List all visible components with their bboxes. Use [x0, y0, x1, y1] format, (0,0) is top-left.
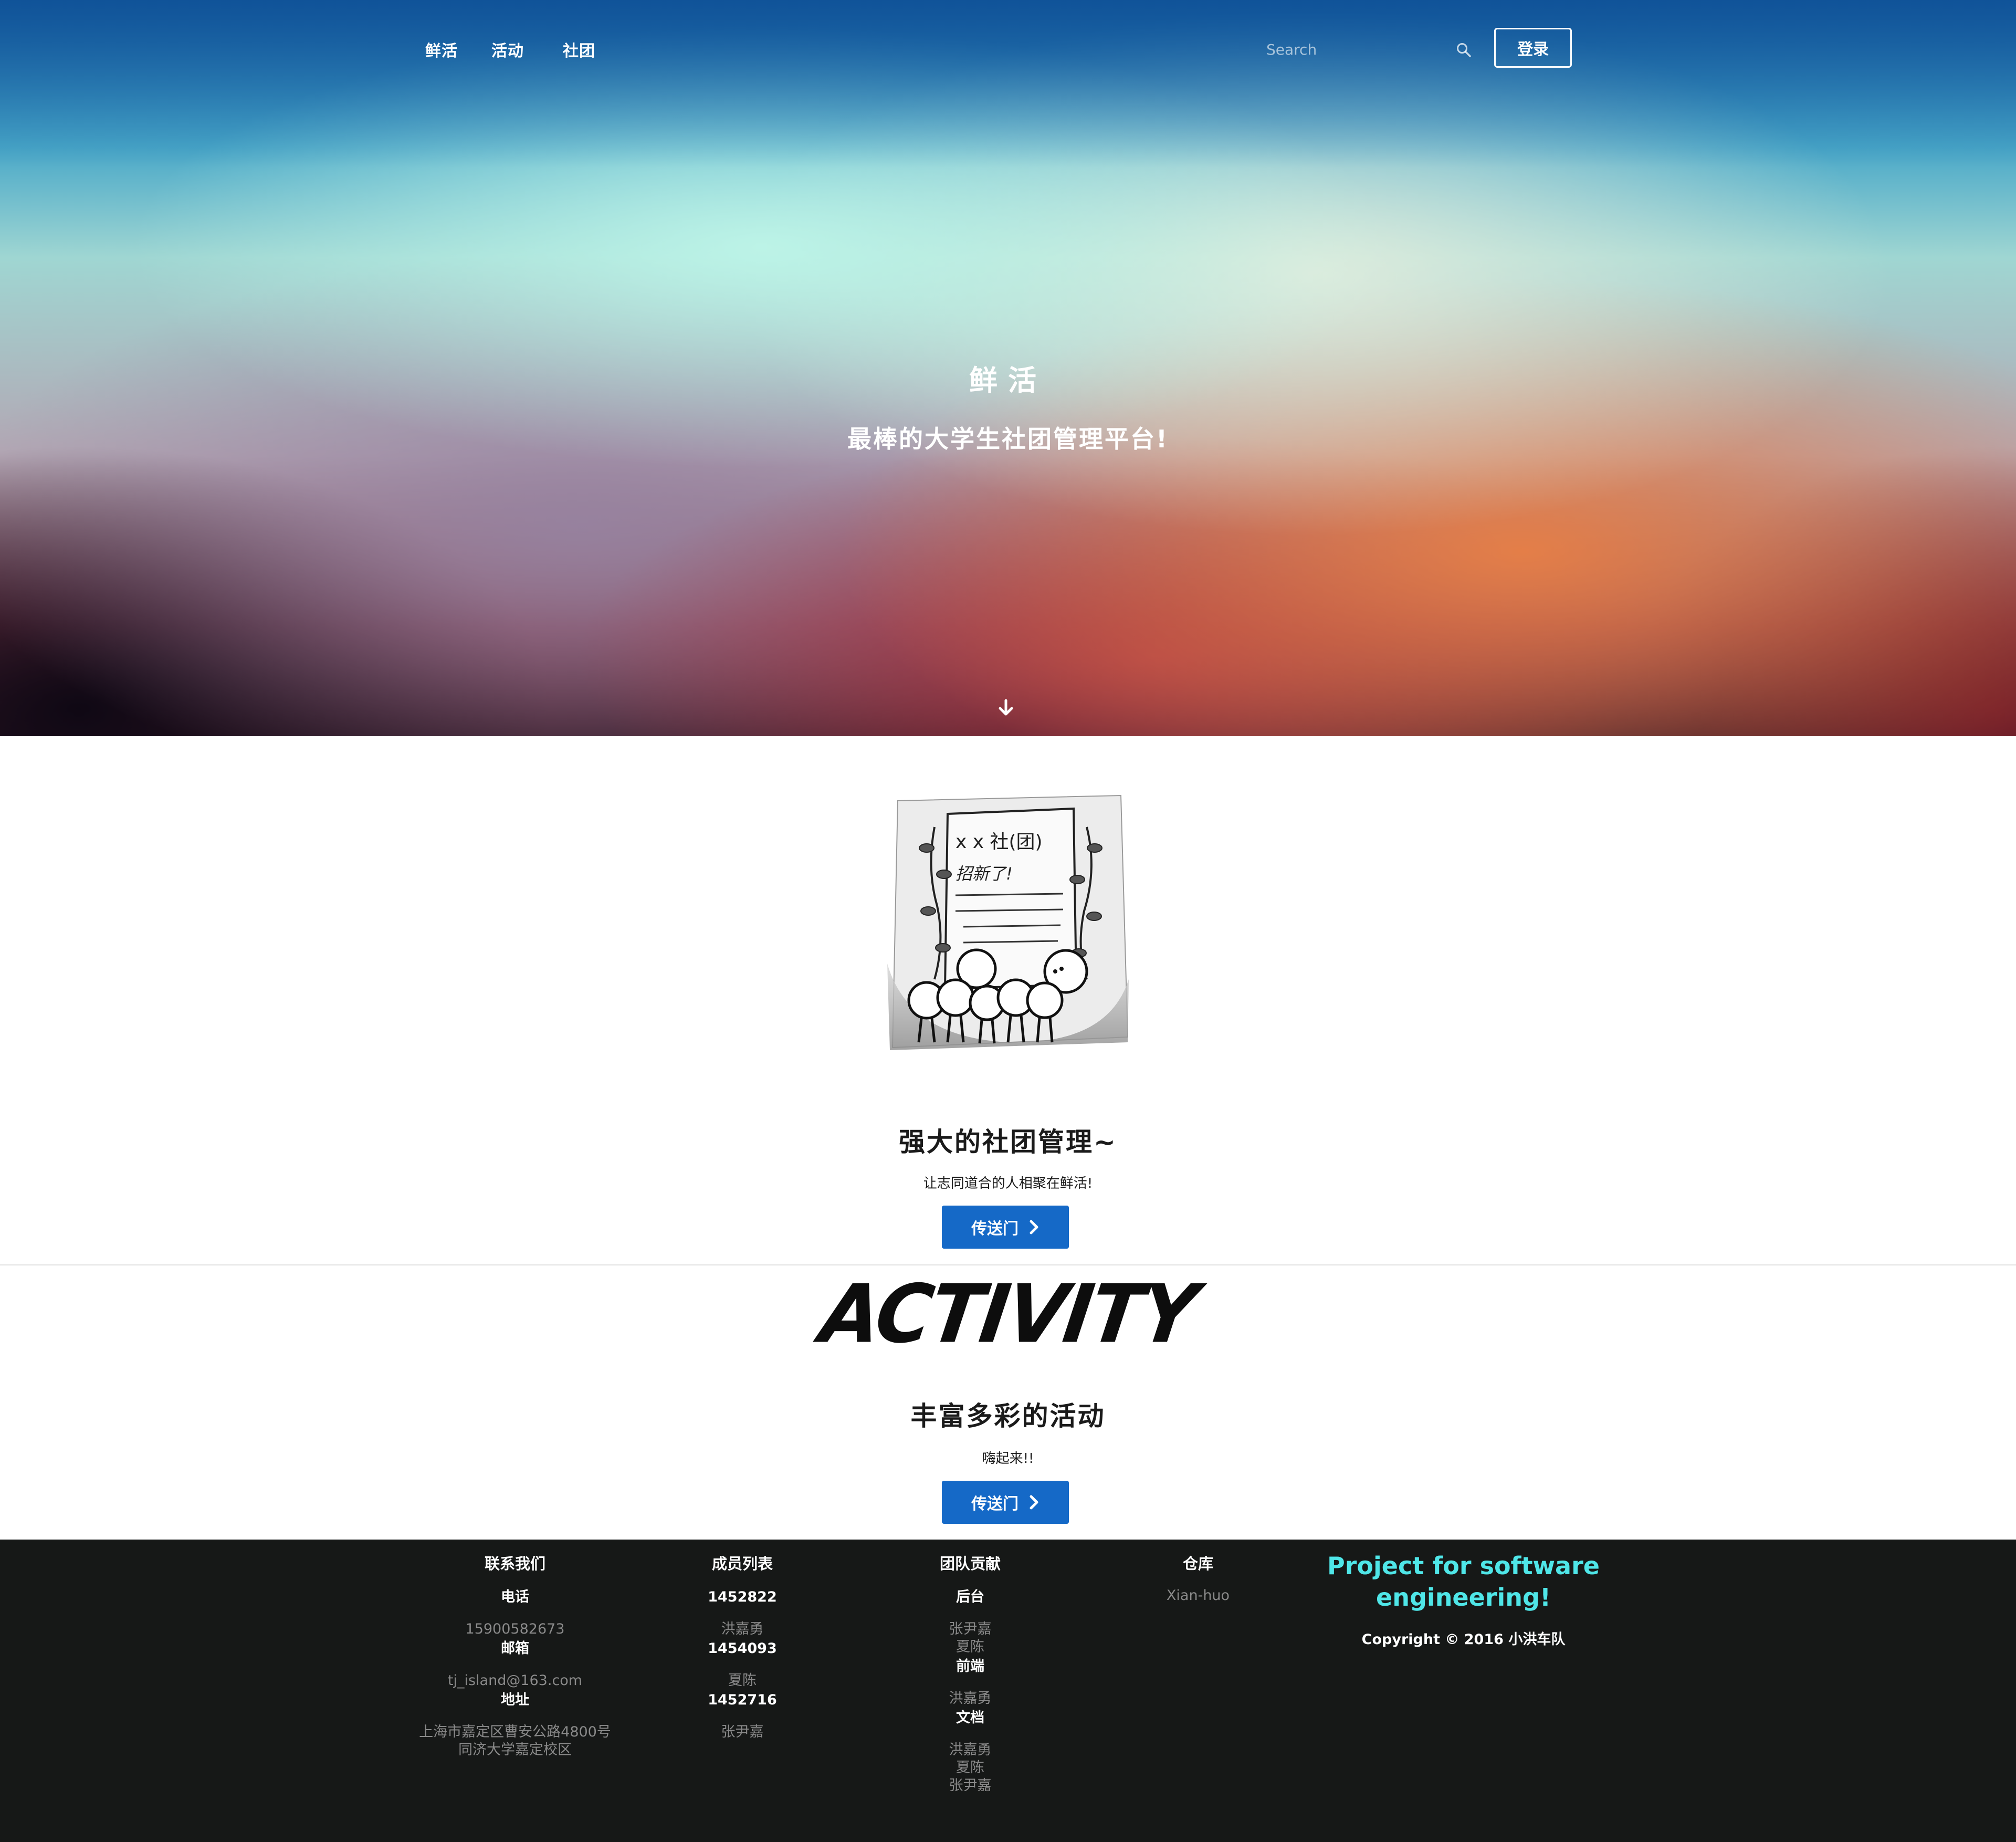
footer-email-label: 邮箱: [501, 1640, 529, 1657]
club-section-title: 强大的社团管理~: [899, 1127, 1117, 1157]
footer-project-title: Project for software engineering!: [1318, 1550, 1609, 1613]
chevron-right-icon: [1030, 1495, 1038, 1510]
member-id: 1454093: [708, 1640, 777, 1657]
contributor-name: 夏陈: [956, 1760, 984, 1776]
footer-address-line2: 同济大学嘉定校区: [458, 1742, 572, 1758]
footer-address-line1: 上海市嘉定区曹安公路4800号: [419, 1724, 611, 1740]
poster-title-text: x x 社(团): [956, 831, 1043, 853]
footer-contribution-heading: 团队贡献: [939, 1555, 1001, 1573]
activity-portal-button-label: 传送门: [971, 1495, 1018, 1513]
footer-contact-heading: 联系我们: [484, 1555, 545, 1573]
footer-project-line2: engineering!: [1376, 1583, 1551, 1611]
activity-logo: ACTIVITY: [815, 1267, 1201, 1362]
hero-banner: 鲜活 活动 社团 登录 鲜活 最棒的大学生社团管理平台!: [0, 0, 2016, 736]
footer-members-column: 成员列表 1452822 洪嘉勇 1454093 夏陈 1452716 张尹嘉: [632, 1553, 853, 1741]
footer-phone-label: 电话: [501, 1589, 529, 1605]
contributor-name: 洪嘉勇: [949, 1690, 992, 1707]
hero-title: 鲜活: [969, 364, 1047, 397]
chevron-right-icon: [1030, 1220, 1038, 1234]
member-id: 1452822: [708, 1589, 777, 1605]
contributor-name: 张尹嘉: [949, 1777, 992, 1794]
member-name: 洪嘉勇: [721, 1621, 764, 1637]
club-portal-button-label: 传送门: [971, 1220, 1018, 1238]
activity-portal-button[interactable]: 传送门: [942, 1481, 1069, 1524]
footer-phone-value: 15900582673: [465, 1621, 565, 1637]
contribution-role: 文档: [956, 1710, 984, 1726]
search-icon[interactable]: [1456, 42, 1472, 58]
footer-contribution-column: 团队贡献 后台 张尹嘉 夏陈 前端 洪嘉勇 文档 洪嘉勇 夏陈 张尹嘉: [860, 1553, 1080, 1795]
login-button[interactable]: 登录: [1494, 28, 1572, 68]
contributor-name: 洪嘉勇: [949, 1742, 992, 1758]
footer-contact-column: 联系我们 电话 15900582673 邮箱 tj_island@163.com…: [405, 1553, 625, 1759]
hero-subtitle: 最棒的大学生社团管理平台!: [847, 425, 1169, 453]
contributor-name: 夏陈: [956, 1639, 984, 1655]
search-input[interactable]: [1265, 37, 1441, 62]
footer-repo-column: 仓库 Xian-huo: [1088, 1553, 1308, 1605]
nav-link-clubs[interactable]: 社团: [563, 38, 595, 61]
footer-email-value[interactable]: tj_island@163.com: [405, 1672, 625, 1690]
contribution-role: 后台: [956, 1589, 984, 1605]
club-recruitment-illustration: x x 社(团) 招新了!: [887, 794, 1129, 1050]
club-section-subtitle: 让志同道合的人相聚在鲜活!: [923, 1176, 1093, 1191]
footer-project-line1: Project for software: [1327, 1552, 1600, 1580]
contribution-role: 前端: [956, 1658, 984, 1674]
member-id: 1452716: [708, 1692, 777, 1708]
nav-link-activities[interactable]: 活动: [491, 38, 524, 61]
nav-link-home[interactable]: 鲜活: [425, 38, 458, 61]
footer-repo-link[interactable]: Xian-huo: [1088, 1587, 1308, 1605]
member-name: 夏陈: [728, 1672, 757, 1689]
footer-repo-heading: 仓库: [1182, 1555, 1213, 1573]
hero-top-shade: [0, 0, 2016, 168]
footer-address-label: 地址: [501, 1692, 529, 1708]
activity-section-title: 丰富多彩的活动: [910, 1401, 1106, 1431]
member-name: 张尹嘉: [721, 1724, 764, 1740]
section-divider: [0, 1264, 2016, 1265]
poster-subtitle-text: 招新了!: [956, 864, 1013, 884]
activity-section-subtitle: 嗨起来!!: [982, 1451, 1034, 1467]
club-portal-button[interactable]: 传送门: [942, 1206, 1069, 1249]
contributor-name: 张尹嘉: [949, 1621, 992, 1637]
arrow-down-icon[interactable]: [996, 697, 1015, 718]
footer-members-heading: 成员列表: [711, 1555, 773, 1573]
footer-copyright: Copyright © 2016 小洪车队: [1361, 1631, 1566, 1648]
